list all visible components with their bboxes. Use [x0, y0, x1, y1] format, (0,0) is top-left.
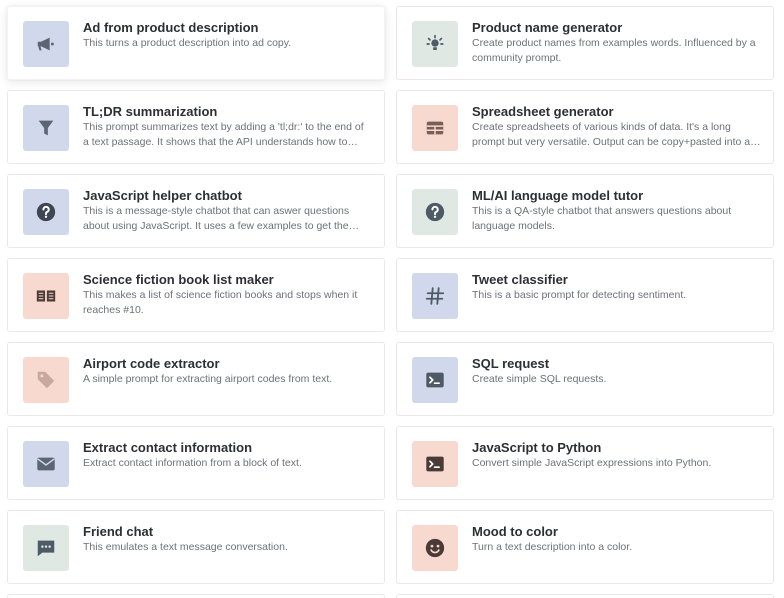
example-title: Spreadsheet generator — [472, 104, 614, 119]
example-title: Mood to color — [472, 524, 558, 539]
example-title: Ad from product description — [83, 20, 259, 35]
example-description: This is a QA-style chatbot that answers … — [472, 205, 732, 232]
example-title: SQL request — [472, 356, 550, 371]
example-card-product-name-generator[interactable]: Product name generator Create product nam… — [396, 6, 774, 80]
tag-icon — [23, 357, 69, 403]
example-description: A simple prompt for extracting airport c… — [83, 373, 333, 385]
example-description: Extract contact information from a block… — [83, 457, 302, 469]
example-title: JavaScript helper chatbot — [83, 188, 242, 203]
example-description: Create product names from examples words… — [472, 37, 756, 64]
envelope-icon — [23, 441, 69, 487]
examples-grid: Ad from product description This turns a … — [0, 0, 784, 598]
example-card-partial[interactable] — [7, 594, 385, 598]
example-card-javascript-to-python[interactable]: JavaScript to Python Convert simple JavaS… — [396, 426, 774, 500]
example-title: Friend chat — [83, 524, 154, 539]
example-title: Product name generator — [472, 20, 623, 35]
example-description: This is a basic prompt for detecting sen… — [472, 289, 687, 301]
example-description: Turn a text description into a color. — [472, 541, 633, 553]
funnel-icon — [23, 105, 69, 151]
example-card-extract-contact-information[interactable]: Extract contact information Extract conta… — [7, 426, 385, 500]
chat-bubble-icon — [23, 525, 69, 571]
example-title: Airport code extractor — [83, 356, 220, 371]
example-title: Extract contact information — [83, 440, 253, 455]
example-description: This prompt summarizes text by adding a … — [83, 121, 364, 148]
example-card-tl-dr-summarization[interactable]: TL;DR summarization This prompt summarize… — [7, 90, 385, 164]
example-description: This turns a product description into ad… — [83, 37, 292, 49]
smiley-icon — [412, 525, 458, 571]
question-circle-icon — [412, 189, 458, 235]
example-card-javascript-helper-chatbot[interactable]: JavaScript helper chatbot This is a messa… — [7, 174, 385, 248]
example-description: Convert simple JavaScript expressions in… — [472, 457, 712, 469]
example-card-airport-code-extractor[interactable]: Airport code extractor A simple prompt fo… — [7, 342, 385, 416]
example-title: JavaScript to Python — [472, 440, 602, 455]
terminal-icon — [412, 441, 458, 487]
example-description: This emulates a text message conversatio… — [83, 541, 288, 553]
example-card-friend-chat[interactable]: Friend chat This emulates a text message … — [7, 510, 385, 584]
example-card-science-fiction-book-list-maker[interactable]: Science fiction book list maker This make… — [7, 258, 385, 332]
example-title: Science fiction book list maker — [83, 272, 274, 287]
example-description: Create spreadsheets of various kinds of … — [472, 121, 751, 148]
megaphone-icon — [23, 21, 69, 67]
example-description: This makes a list of science fiction boo… — [83, 289, 358, 316]
example-card-partial[interactable] — [396, 594, 774, 598]
example-card-tweet-classifier[interactable]: Tweet classifier This is a basic prompt f… — [396, 258, 774, 332]
lightbulb-icon — [412, 21, 458, 67]
book-icon — [23, 273, 69, 319]
example-card-ml-ai-language-model-tutor[interactable]: ML/AI language model tutor This is a QA-s… — [396, 174, 774, 248]
terminal-icon — [412, 357, 458, 403]
table-icon — [412, 105, 458, 151]
example-title: ML/AI language model tutor — [472, 188, 644, 203]
example-title: Tweet classifier — [472, 272, 568, 287]
hashtag-icon — [412, 273, 458, 319]
example-card-ad-from-product-description[interactable]: Ad from product description This turns a … — [7, 6, 385, 80]
example-title: TL;DR summarization — [83, 104, 218, 119]
example-card-mood-to-color[interactable]: Mood to color Turn a text description int… — [396, 510, 774, 584]
example-card-spreadsheet-generator[interactable]: Spreadsheet generator Create spreadsheets… — [396, 90, 774, 164]
question-circle-icon — [23, 189, 69, 235]
example-description: Create simple SQL requests. — [472, 373, 607, 385]
example-card-sql-request[interactable]: SQL request Create simple SQL requests. — [396, 342, 774, 416]
example-description: This is a message-style chatbot that can… — [83, 205, 350, 232]
